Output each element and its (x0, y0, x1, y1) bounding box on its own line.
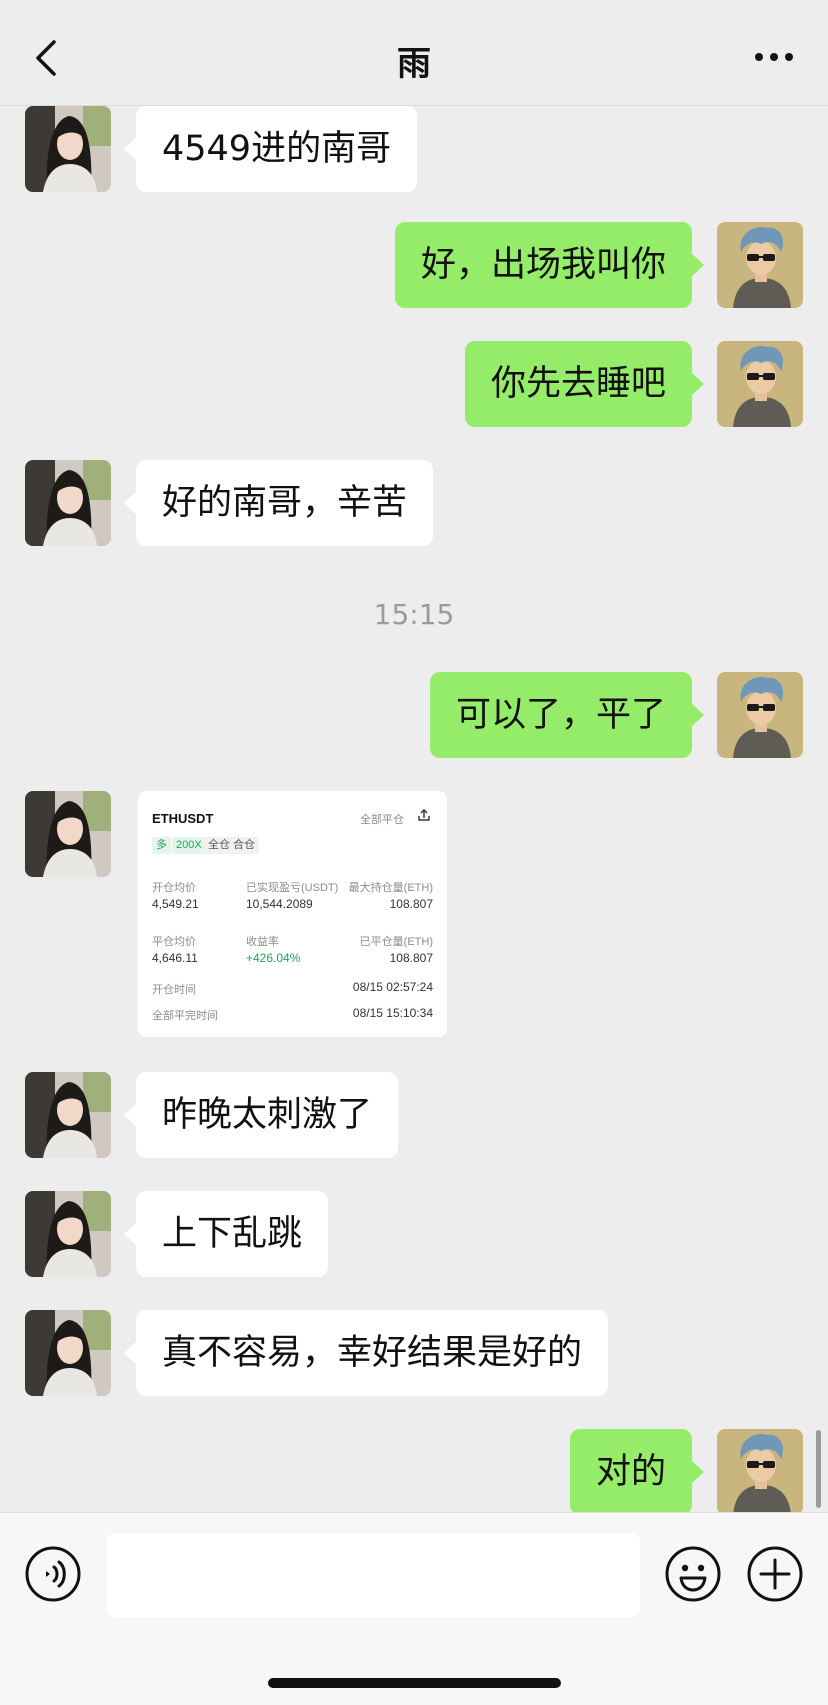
message-bubble[interactable]: 你先去睡吧 (464, 341, 705, 427)
message-bubble[interactable]: 对的 (569, 1429, 705, 1515)
card-close-all-label: 全部平仓 (360, 814, 404, 826)
home-indicator (268, 1678, 561, 1688)
closed-qty-label: 已平仓量(ETH) (359, 936, 433, 948)
message-bubble[interactable]: 好的南哥，辛苦 (123, 460, 434, 546)
contact-avatar[interactable] (25, 791, 111, 877)
emoji-icon[interactable] (664, 1545, 722, 1603)
realized-pnl-label: 已实现盈亏(USDT) (246, 882, 339, 894)
card-symbol: ETHUSDT (152, 811, 214, 826)
message-input[interactable] (107, 1533, 640, 1617)
close-time-label: 全部平完时间 (152, 1010, 218, 1022)
close-avg-value: 4,646.11 (152, 951, 198, 965)
max-position-value: 108.807 (389, 897, 433, 911)
message-bubble[interactable]: 好，出场我叫你 (394, 222, 705, 308)
trade-screenshot-card[interactable]: ETHUSDT 全部平仓 多 200X 全仓 合仓 开仓均价 4,549.21 … (138, 791, 447, 1037)
user-avatar[interactable] (717, 222, 803, 308)
contact-avatar[interactable] (25, 1310, 111, 1396)
user-avatar[interactable] (717, 341, 803, 427)
contact-avatar[interactable] (25, 1072, 111, 1158)
leverage-tag: 200X (172, 837, 206, 854)
message-bubble[interactable]: 真不容易，幸好结果是好的 (123, 1310, 609, 1396)
message-bubble[interactable]: 4549进的南哥 (123, 106, 418, 192)
more-dots-icon[interactable] (754, 50, 794, 64)
direction-tag: 多 (152, 837, 171, 854)
roi-value: +426.04% (246, 951, 301, 965)
contact-avatar[interactable] (25, 460, 111, 546)
open-avg-value: 4,549.21 (152, 897, 199, 911)
margin-mode-tag: 全仓 合仓 (204, 837, 260, 854)
voice-icon[interactable] (24, 1545, 82, 1603)
message-bubble[interactable]: 可以了，平了 (429, 672, 705, 758)
max-position-label: 最大持仓量(ETH) (348, 882, 433, 894)
user-avatar[interactable] (717, 672, 803, 758)
plus-icon[interactable] (746, 1545, 804, 1603)
close-avg-label: 平仓均价 (152, 936, 196, 948)
message-bubble[interactable]: 上下乱跳 (123, 1191, 329, 1277)
chat-header: 雨 (0, 0, 828, 106)
open-time-value: 08/15 02:57:24 (352, 980, 433, 994)
close-time-value: 08/15 15:10:34 (352, 1006, 433, 1020)
roi-label: 收益率 (246, 936, 279, 948)
realized-pnl-value: 10,544.2089 (246, 897, 313, 911)
input-bar (0, 1512, 828, 1705)
chat-title: 雨 (397, 44, 431, 84)
open-time-label: 开仓时间 (152, 984, 196, 996)
contact-avatar[interactable] (25, 1191, 111, 1277)
scrollbar[interactable] (816, 1430, 821, 1508)
timestamp: 15:15 (373, 598, 455, 631)
message-bubble[interactable]: 昨晚太刺激了 (123, 1072, 399, 1158)
share-icon (418, 809, 430, 821)
contact-avatar[interactable] (25, 106, 111, 192)
closed-qty-value: 108.807 (389, 951, 433, 965)
open-avg-label: 开仓均价 (152, 882, 196, 894)
user-avatar[interactable] (717, 1429, 803, 1515)
